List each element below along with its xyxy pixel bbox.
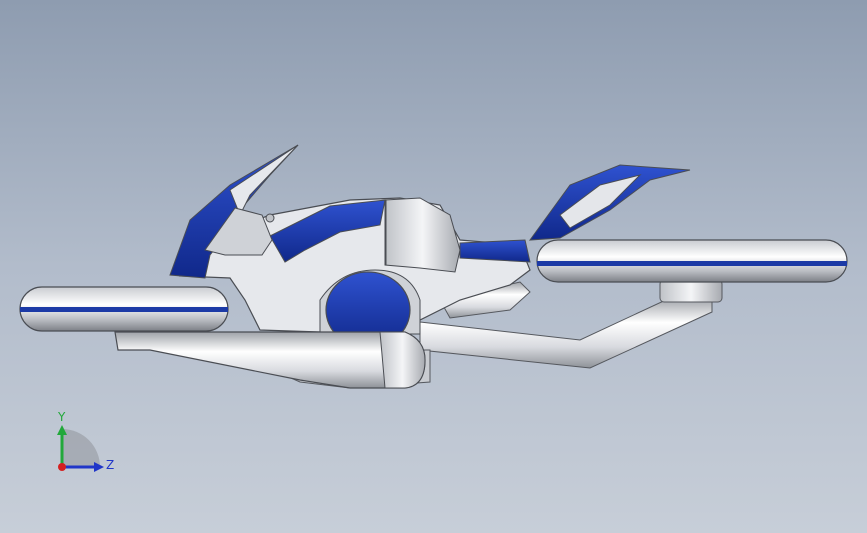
front-boom[interactable] bbox=[114, 331, 426, 389]
rear-rotor-duct[interactable] bbox=[536, 239, 848, 283]
hoverbike-model[interactable] bbox=[0, 0, 867, 533]
origin-marker bbox=[58, 463, 66, 471]
rear-fin[interactable] bbox=[528, 164, 691, 241]
z-axis-label: Z bbox=[106, 458, 114, 472]
view-orientation-triad: Y Z bbox=[57, 410, 114, 472]
front-rotor-duct[interactable] bbox=[19, 286, 229, 332]
graphics-viewport[interactable]: Y Z bbox=[0, 0, 867, 533]
y-axis-label: Y bbox=[57, 410, 66, 424]
